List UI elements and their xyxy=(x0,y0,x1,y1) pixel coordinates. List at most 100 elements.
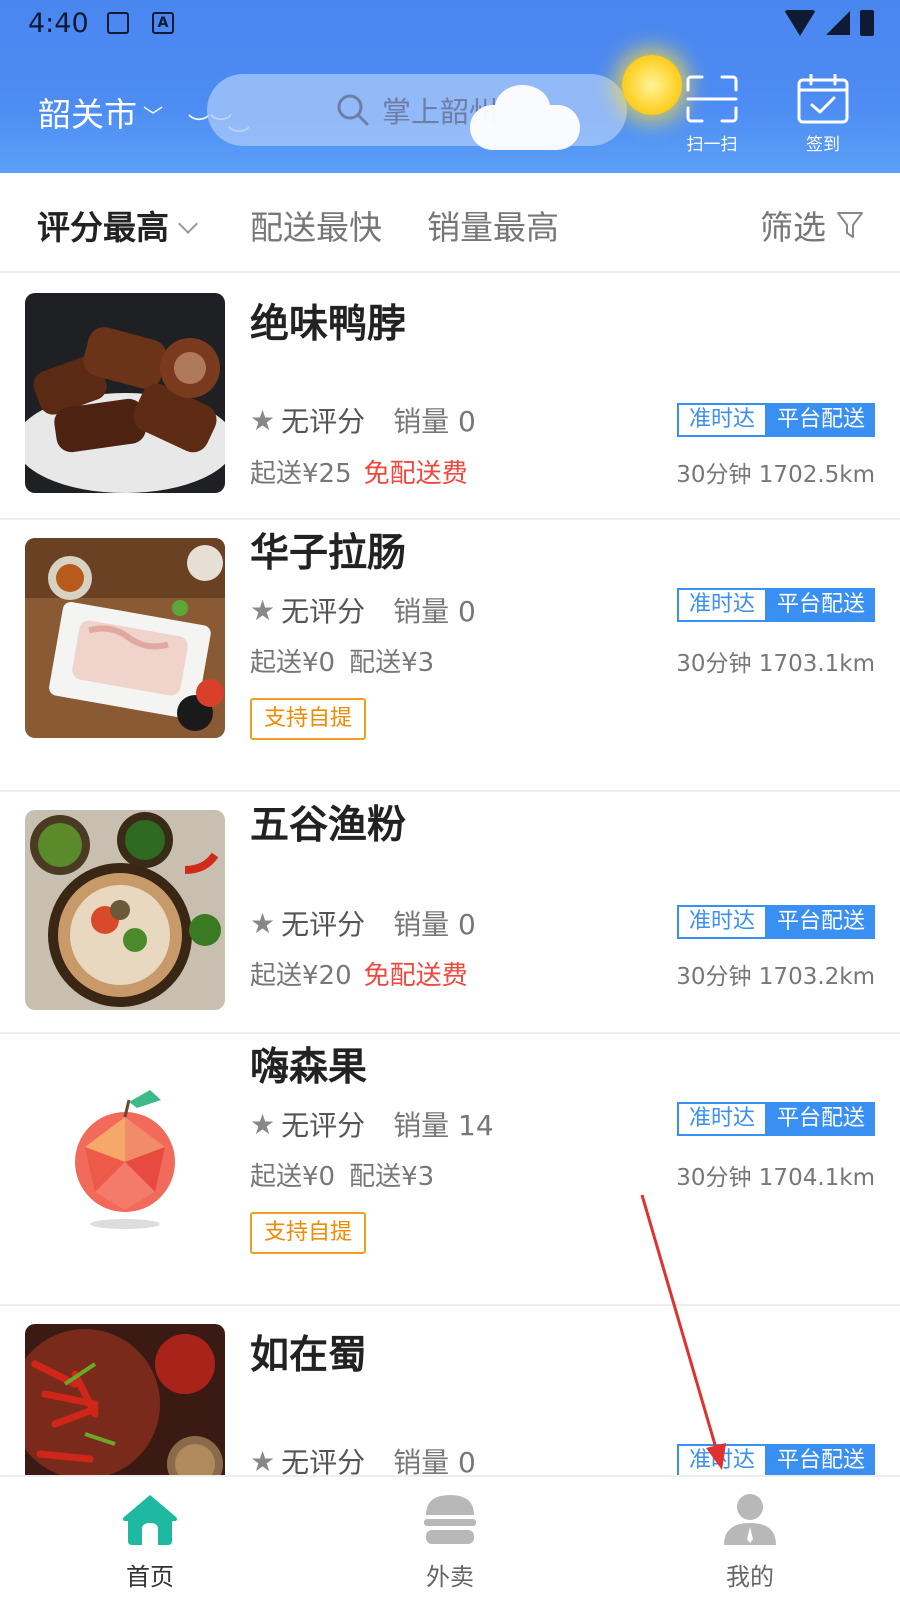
sort-fastest-tab[interactable]: 配送最快 xyxy=(250,201,382,249)
store-thumbnail xyxy=(25,1324,225,1475)
signal-icon xyxy=(826,11,850,35)
eta-distance: 30分钟 1702.5km xyxy=(676,462,875,488)
platform-delivery-badge: 平台配送 xyxy=(766,588,875,622)
status-time: 4:40 xyxy=(28,8,89,39)
ontime-badge: 准时达 xyxy=(676,1102,767,1136)
sort-bar: 评分最高 配送最快 销量最高 筛选 xyxy=(0,173,900,273)
sales-text: 销量 0 xyxy=(393,908,476,941)
sort-fastest-label: 配送最快 xyxy=(250,208,382,247)
eta-distance: 30分钟 1704.1km xyxy=(676,1165,875,1191)
wifi-icon xyxy=(784,10,816,36)
home-icon xyxy=(123,1495,177,1545)
chevron-down-icon xyxy=(178,214,198,234)
sales-text: 销量 0 xyxy=(393,1446,476,1475)
city-label: 韶关市 xyxy=(38,95,137,134)
store-thumbnail xyxy=(25,810,225,1010)
store-name: 华子拉肠 xyxy=(250,531,407,576)
min-order: 起送¥0 xyxy=(250,648,336,678)
star-icon: ★ xyxy=(250,906,276,940)
delivery-badges: 准时达 平台配送 xyxy=(676,403,875,437)
store-name: 如在蜀 xyxy=(250,1333,368,1378)
store-item[interactable]: 华子拉肠 ★ 无评分 销量 0 起送¥0 配送¥3 支持自提 准时达 平台配送 3… xyxy=(0,520,900,792)
tab-home[interactable]: 首页 xyxy=(90,1491,210,1592)
city-selector[interactable]: 韶关市 ﹀ xyxy=(38,88,163,136)
burger-icon xyxy=(424,1495,476,1544)
ontime-badge: 准时达 xyxy=(676,588,767,622)
price-line: 起送¥0 配送¥3 xyxy=(250,1156,434,1193)
tab-mine[interactable]: 我的 xyxy=(690,1491,810,1592)
ontime-badge: 准时达 xyxy=(676,403,767,437)
sort-sales-tab[interactable]: 销量最高 xyxy=(427,201,559,249)
star-icon: ★ xyxy=(250,403,276,437)
min-order: 起送¥25 xyxy=(250,459,352,489)
delivery-fee: 配送¥3 xyxy=(349,1162,435,1192)
sales-text: 销量 14 xyxy=(393,1109,494,1142)
price-line: 起送¥25 免配送费 xyxy=(250,453,468,490)
price-line: 起送¥20 免配送费 xyxy=(250,955,468,992)
store-list: 绝味鸭脖 ★ 无评分 销量 0 起送¥25 免配送费 准时达 平台配送 30分钟 … xyxy=(0,275,900,1475)
store-item[interactable]: 五谷渔粉 ★ 无评分 销量 0 起送¥20 免配送费 准时达 平台配送 30分钟 … xyxy=(0,792,900,1034)
user-icon xyxy=(724,1494,776,1545)
eta-distance: 30分钟 1703.2km xyxy=(676,964,875,990)
store-item[interactable]: 嗨森果 ★ 无评分 销量 14 起送¥0 配送¥3 支持自提 准时达 平台配送 3… xyxy=(0,1034,900,1306)
chevron-down-icon: ﹀ xyxy=(143,103,163,128)
ontime-badge: 准时达 xyxy=(676,905,767,939)
battery-icon xyxy=(860,10,874,36)
filter-icon xyxy=(837,212,863,238)
price-line: 起送¥0 配送¥3 xyxy=(250,642,434,679)
store-name: 嗨森果 xyxy=(250,1045,368,1090)
store-name: 五谷渔粉 xyxy=(250,803,407,848)
tab-takeout-label: 外卖 xyxy=(426,1563,474,1591)
app-header: 4:40 A ︶︶ ︶ 韶关市 ﹀ 掌上韶州 扫一扫 xyxy=(0,0,900,173)
store-thumbnail xyxy=(25,1052,225,1252)
tab-mine-label: 我的 xyxy=(726,1563,774,1591)
store-thumbnail xyxy=(25,293,225,493)
calendar-check-icon xyxy=(797,73,849,124)
scan-button[interactable]: 扫一扫 xyxy=(672,74,752,155)
search-icon xyxy=(336,93,370,127)
sort-rating-tab[interactable]: 评分最高 xyxy=(37,201,198,249)
signin-button[interactable]: 签到 xyxy=(783,73,863,155)
sales-text: 销量 0 xyxy=(393,595,476,628)
signin-label: 签到 xyxy=(806,135,840,155)
ontime-badge: 准时达 xyxy=(676,1444,767,1475)
rating-text: 无评分 xyxy=(281,908,366,941)
store-rating: ★ 无评分 销量 0 xyxy=(250,400,476,440)
status-indicators xyxy=(784,10,874,36)
sort-sales-label: 销量最高 xyxy=(427,208,559,247)
store-rating: ★ 无评分 销量 0 xyxy=(250,1441,476,1476)
rating-text: 无评分 xyxy=(281,1109,366,1142)
filter-label: 筛选 xyxy=(760,208,826,247)
tab-home-label: 首页 xyxy=(126,1563,174,1591)
eta-distance: 30分钟 1703.1km xyxy=(676,651,875,677)
rating-text: 无评分 xyxy=(281,595,366,628)
store-rating: ★ 无评分 销量 0 xyxy=(250,903,476,943)
min-order: 起送¥0 xyxy=(250,1162,336,1192)
scan-label: 扫一扫 xyxy=(686,135,738,155)
pickup-tag: 支持自提 xyxy=(250,698,367,740)
delivery-fee: 免配送费 xyxy=(363,459,468,489)
delivery-badges: 准时达 平台配送 xyxy=(676,1444,875,1475)
platform-delivery-badge: 平台配送 xyxy=(766,403,875,437)
store-item[interactable]: 绝味鸭脖 ★ 无评分 销量 0 起送¥25 免配送费 准时达 平台配送 30分钟 … xyxy=(0,275,900,520)
store-rating: ★ 无评分 销量 14 xyxy=(250,1104,494,1144)
store-item[interactable]: 如在蜀 ★ 无评分 销量 0 准时达 平台配送 xyxy=(0,1306,900,1475)
sales-text: 销量 0 xyxy=(393,405,476,438)
bottom-nav: 首页 外卖 我的 xyxy=(0,1475,900,1600)
filter-button[interactable]: 筛选 xyxy=(760,201,864,249)
app-notification-icon: A xyxy=(152,12,174,34)
star-icon: ★ xyxy=(250,593,276,627)
store-thumbnail xyxy=(25,538,225,738)
tab-takeout[interactable]: 外卖 xyxy=(390,1491,510,1592)
delivery-badges: 准时达 平台配送 xyxy=(676,1102,875,1136)
rating-text: 无评分 xyxy=(281,1446,366,1475)
pickup-tag: 支持自提 xyxy=(250,1212,367,1254)
cloud-decoration xyxy=(470,85,580,150)
image-notification-icon xyxy=(107,12,129,34)
delivery-badges: 准时达 平台配送 xyxy=(676,905,875,939)
star-icon: ★ xyxy=(250,1444,276,1476)
sort-rating-label: 评分最高 xyxy=(37,208,169,247)
min-order: 起送¥20 xyxy=(250,961,352,991)
platform-delivery-badge: 平台配送 xyxy=(766,1102,875,1136)
star-icon: ★ xyxy=(250,1107,276,1141)
